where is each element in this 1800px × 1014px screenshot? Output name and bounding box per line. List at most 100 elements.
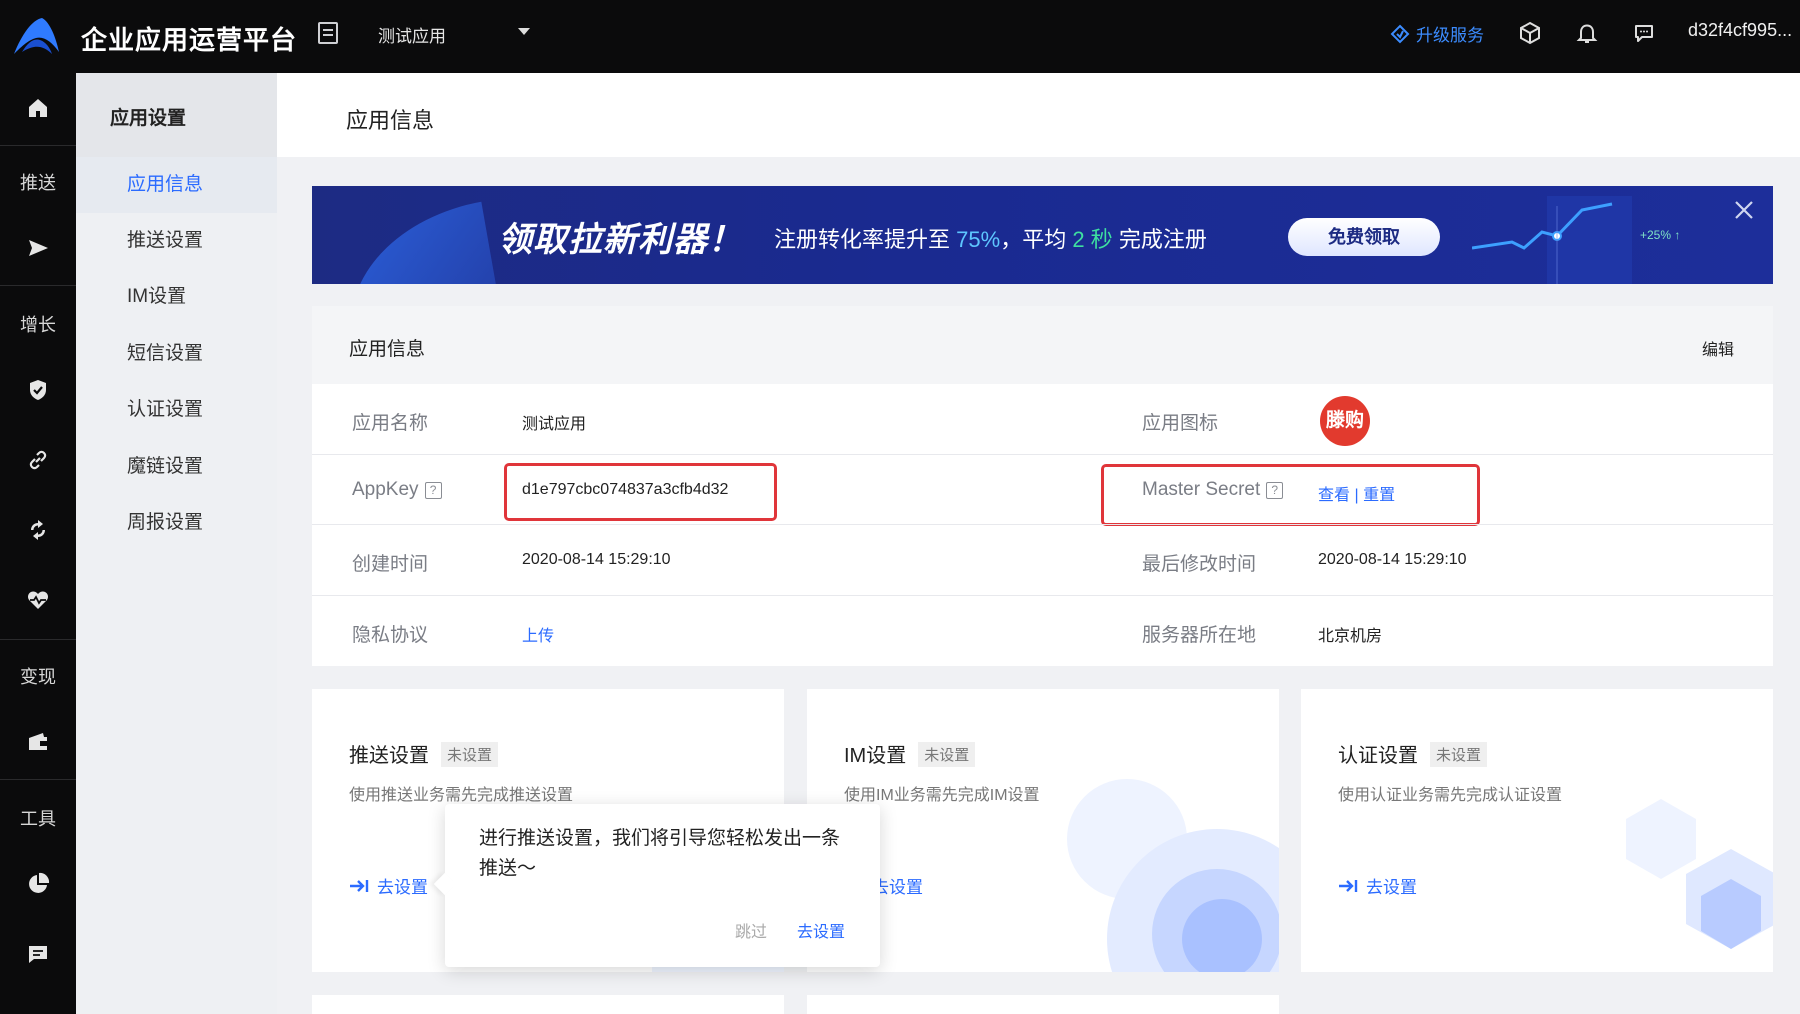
info-card-title: 应用信息 (349, 339, 426, 360)
app-info-card: 应用信息 编辑 应用名称 测试应用 应用图标 滕购 AppKey? d1e797… (312, 306, 1773, 666)
top-bar: 企业应用运营平台 测试应用 升级服务 d32f4cf995... (0, 0, 1800, 73)
caret-down-icon[interactable] (518, 28, 530, 35)
claim-free-button[interactable]: 免费领取 (1288, 218, 1440, 256)
help-icon[interactable]: ? (424, 482, 442, 499)
arrow-right-bar-icon (1339, 879, 1358, 892)
nav-divider (0, 779, 76, 780)
auth-settings-card: 认证设置 未设置 使用认证业务需先完成认证设置 去设置 (1301, 689, 1773, 972)
nav-health[interactable] (0, 565, 76, 635)
app-icon-label: 应用图标 (1142, 413, 1219, 434)
upgrade-service-link[interactable]: 升级服务 (1390, 21, 1484, 46)
chat-icon (29, 946, 47, 963)
status-tag: 未设置 (441, 742, 499, 767)
card-title-text: IM设置 (844, 745, 907, 767)
upgrade-label: 升级服务 (1416, 26, 1484, 45)
page-header: 应用信息 (277, 73, 1800, 157)
nav-section-monetize: 变现 (20, 667, 56, 687)
submenu-item-push-settings[interactable]: 推送设置 (76, 213, 277, 269)
submenu-item-app-info[interactable]: 应用信息 (76, 157, 277, 213)
submenu-title: 应用设置 (110, 108, 187, 129)
submenu-item-auth-settings[interactable]: 认证设置 (76, 382, 277, 438)
banner-sub-prefix: 注册转化率提升至 (774, 227, 951, 252)
info-row-keys: AppKey? d1e797cbc074837a3cfb4d32 Master … (312, 454, 1773, 526)
app-selector[interactable]: 测试应用 (378, 22, 446, 47)
submenu-item-weekly-report[interactable]: 周报设置 (76, 495, 277, 551)
submenu-item-im-settings[interactable]: IM设置 (76, 269, 277, 325)
status-tag: 未设置 (918, 742, 976, 767)
card-partial (807, 995, 1279, 1014)
server-location-label: 服务器所在地 (1142, 625, 1257, 646)
close-icon[interactable] (1732, 198, 1756, 222)
go-setup-link[interactable]: 去设置 (349, 873, 428, 898)
nav-link[interactable] (0, 425, 76, 495)
submenu-header: 应用设置 (76, 73, 277, 157)
view-secret-link[interactable]: 查看 (1318, 487, 1350, 504)
wallet-icon (29, 733, 47, 750)
go-setup-label: 去设置 (377, 878, 428, 897)
go-setup-link[interactable]: 去设置 (1338, 873, 1417, 898)
upload-privacy-link[interactable]: 上传 (522, 622, 554, 646)
nav-push[interactable] (0, 213, 76, 283)
app-name-label: 应用名称 (352, 413, 429, 434)
help-icon[interactable]: ? (1266, 482, 1284, 499)
skip-button[interactable]: 跳过 (735, 918, 767, 942)
message-icon[interactable] (1632, 21, 1656, 45)
home-icon (29, 99, 47, 117)
app-name-value: 测试应用 (522, 416, 587, 433)
bell-icon[interactable] (1575, 21, 1599, 45)
banner-trend-chart: +25% ↑ (1472, 196, 1680, 284)
document-icon[interactable] (318, 22, 338, 44)
nav-divider (0, 285, 76, 286)
nav-home[interactable] (0, 73, 76, 143)
banner-seconds: 2 秒 (1072, 227, 1113, 252)
banner-sub-suffix: 完成注册 (1118, 227, 1207, 252)
nav-section-tools: 工具 (20, 809, 56, 829)
shield-check-icon (30, 380, 46, 400)
appkey-label: AppKey? (352, 479, 442, 501)
nav-verify[interactable] (0, 355, 76, 425)
card-title-text: 认证设置 (1338, 745, 1418, 767)
card-description: 使用推送业务需先完成推送设置 (349, 787, 574, 804)
card-hexagon-decoration (1626, 799, 1773, 949)
banner-chart-label: +25% ↑ (1640, 228, 1680, 242)
modified-value: 2020-08-14 15:29:10 (1318, 551, 1467, 568)
banner-rate: 75% (956, 227, 1001, 252)
arrow-right-bar-icon (350, 879, 369, 892)
modified-label: 最后修改时间 (1142, 554, 1257, 575)
link-icon (29, 450, 47, 470)
nav-refresh[interactable] (0, 495, 76, 565)
submenu-item-magiclink-settings[interactable]: 魔链设置 (76, 439, 277, 495)
info-row-time: 创建时间 2020-08-14 15:29:10 最后修改时间 2020-08-… (312, 524, 1773, 594)
user-account[interactable]: d32f4cf995... (1688, 20, 1792, 41)
go-setup-label: 去设置 (1366, 878, 1417, 897)
promo-banner[interactable]: 领取拉新利器！ 注册转化率提升至 75%，平均 2 秒 完成注册 免费领取 +2… (312, 186, 1773, 284)
edit-button[interactable]: 编辑 (1702, 336, 1734, 360)
appkey-value[interactable]: d1e797cbc074837a3cfb4d32 (522, 481, 728, 499)
card-title: 推送设置 未设置 (349, 739, 499, 768)
nav-feedback[interactable] (0, 919, 76, 989)
info-card-header: 应用信息 编辑 (312, 306, 1773, 384)
app-icon-image: 滕购 (1320, 396, 1370, 446)
cube-icon[interactable] (1518, 21, 1542, 45)
master-secret-actions: 查看 | 重置 (1318, 481, 1395, 505)
page-title: 应用信息 (346, 108, 435, 133)
popover-go-setup-button[interactable]: 去设置 (797, 918, 845, 942)
submenu-item-sms-settings[interactable]: 短信设置 (76, 326, 277, 382)
appkey-label-text: AppKey (352, 479, 419, 500)
info-row-privacy: 隐私协议 上传 服务器所在地 北京机房 (312, 595, 1773, 665)
brand-logo[interactable] (12, 16, 60, 56)
left-nav: 推送 增长 变现 工具 (0, 73, 76, 1014)
popover-message: 进行推送设置，我们将引导您轻松发出一条推送～ (479, 828, 841, 879)
reset-secret-link[interactable]: 重置 (1363, 487, 1395, 504)
banner-decoration (333, 201, 501, 284)
platform-title: 企业应用运营平台 (81, 25, 298, 55)
nav-section-growth: 增长 (20, 315, 56, 335)
card-title: IM设置 未设置 (844, 739, 976, 768)
status-tag: 未设置 (1430, 742, 1488, 767)
card-title: 认证设置 未设置 (1338, 739, 1488, 768)
nav-analytics[interactable] (0, 849, 76, 919)
heartbeat-icon (28, 591, 48, 609)
action-separator: | (1354, 487, 1359, 504)
nav-wallet[interactable] (0, 707, 76, 777)
card-title-text: 推送设置 (349, 745, 429, 767)
